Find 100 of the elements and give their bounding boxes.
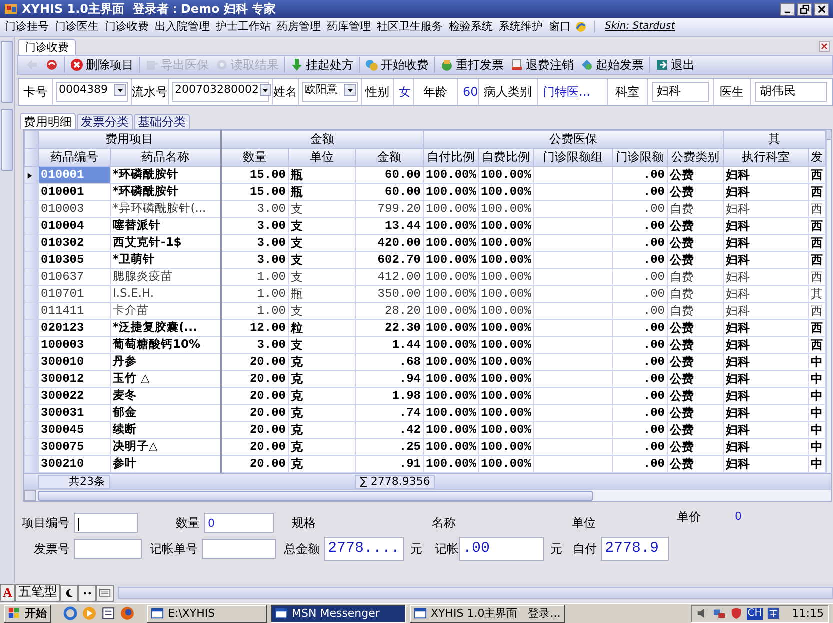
input-field[interactable]: 0 (204, 513, 274, 534)
down-arrow-icon (290, 58, 304, 72)
row-marker[interactable] (24, 302, 38, 320)
start-button[interactable]: 开始 (4, 604, 51, 622)
toolbar-button[interactable]: 起始发票 (577, 56, 647, 74)
taskbar-button[interactable]: E:\XYHIS (147, 604, 267, 622)
input-field[interactable]: .00 (459, 537, 544, 562)
menu-item[interactable]: 窗口 (546, 20, 574, 34)
notepad-icon[interactable] (101, 606, 116, 621)
column-header[interactable]: 执行科室 (724, 148, 809, 167)
toolbar-button[interactable]: 重打发票 (437, 56, 507, 74)
row-marker[interactable] (24, 456, 38, 473)
row-marker[interactable] (24, 286, 38, 303)
keyboard-icon[interactable] (98, 587, 112, 599)
column-header[interactable]: 门诊限额组 (534, 148, 613, 167)
input-field[interactable]: 2778.9 (601, 537, 669, 562)
table-cell: 妇科 (724, 320, 809, 337)
toolbar-button[interactable]: 退出 (652, 56, 698, 74)
menu-item[interactable]: 药库管理 (324, 20, 374, 34)
shield-icon[interactable] (730, 607, 743, 620)
taskbar-button[interactable]: MSN Messenger (271, 604, 406, 622)
row-marker[interactable] (24, 166, 38, 184)
horizontal-scrollbar[interactable] (24, 489, 831, 502)
table-cell: 1.44 (356, 336, 424, 354)
language-indicator[interactable]: CH (746, 608, 764, 620)
row-marker[interactable] (24, 354, 38, 371)
taskbar-button[interactable]: XYHIS 1.0主界面 登录... (410, 604, 565, 622)
table-cell: 010305 (38, 252, 110, 269)
row-marker[interactable] (24, 184, 38, 201)
side-tab[interactable] (1, 109, 13, 171)
table-cell: *异环磷酰胺针(... (110, 200, 220, 218)
ime-button[interactable]: A (0, 584, 16, 602)
combo-box[interactable]: 欧阳意 (302, 82, 358, 102)
moon-icon[interactable] (64, 588, 75, 598)
row-marker[interactable] (24, 252, 38, 269)
browser-icon[interactable] (63, 606, 78, 621)
column-header[interactable]: 公费类别 (668, 148, 724, 167)
table-cell: 3.00 (220, 234, 288, 252)
tab[interactable]: 费用明细 (20, 112, 76, 130)
table-cell: .42 (356, 422, 424, 439)
row-marker[interactable] (24, 438, 38, 456)
menu-item[interactable]: 门诊收费 (102, 20, 152, 34)
column-header[interactable]: 数量 (220, 148, 288, 167)
vertical-scrollbar[interactable] (826, 130, 831, 474)
input-field[interactable] (74, 513, 138, 534)
restore-icon[interactable] (798, 4, 810, 14)
side-tab[interactable] (1, 41, 13, 103)
close-icon[interactable] (816, 4, 828, 14)
sum-total: ∑ 2778.9356 (355, 474, 435, 489)
text-field[interactable]: 胡伟民 (755, 82, 827, 102)
toolbar-button[interactable]: 开始收费 (362, 56, 432, 74)
swirl-icon[interactable] (574, 20, 588, 34)
skin-label[interactable]: Skin: Stardust (594, 21, 676, 33)
column-header[interactable]: 药品编号 (38, 148, 110, 167)
column-header[interactable]: 自付比例 (424, 148, 479, 167)
row-marker[interactable] (24, 218, 38, 235)
toolbar-button[interactable]: 删除项目 (67, 56, 137, 74)
menu-item[interactable]: 门诊挂号 (2, 20, 52, 34)
table-cell: 15.00 (220, 166, 288, 184)
menu-item[interactable]: 社区卫生服务 (374, 20, 446, 34)
menu-item[interactable]: 药房管理 (274, 20, 324, 34)
row-marker[interactable] (24, 320, 38, 337)
column-header[interactable]: 门诊限额 (612, 148, 668, 167)
row-marker[interactable] (24, 336, 38, 354)
column-header[interactable]: 单位 (288, 148, 356, 167)
row-marker[interactable] (24, 422, 38, 439)
column-header[interactable]: 金额 (356, 148, 424, 167)
swirl-icon (45, 58, 59, 72)
table-cell: 100.00% (424, 370, 479, 388)
network-icon[interactable] (712, 607, 726, 620)
table-cell: 010004 (38, 218, 110, 235)
menu-item[interactable]: 检验系统 (446, 20, 496, 34)
row-marker[interactable] (24, 268, 38, 286)
menu-item[interactable]: 护士工作站 (213, 20, 274, 34)
table-cell: 300022 (38, 388, 110, 405)
input-field[interactable]: 2778.... (324, 537, 404, 562)
menu-item[interactable]: 门诊医生 (52, 20, 102, 34)
row-marker[interactable] (24, 388, 38, 405)
menu-item[interactable]: 系统维护 (496, 20, 546, 34)
toolbar-button[interactable]: 退费注销 (507, 56, 577, 74)
tab[interactable]: 基础分类 (134, 114, 190, 130)
row-marker[interactable] (24, 200, 38, 218)
input-field[interactable] (202, 539, 276, 560)
document-tab[interactable]: 门诊收费 (18, 39, 76, 56)
column-header[interactable]: 自费比例 (478, 148, 534, 167)
refund-icon (510, 58, 524, 72)
column-header[interactable]: 药品名称 (110, 148, 220, 167)
ime-icon[interactable] (767, 607, 780, 620)
input-field[interactable] (74, 539, 142, 560)
combo-box[interactable]: 200703280002 (172, 82, 269, 102)
tab[interactable]: 发票分类 (77, 114, 133, 130)
row-marker[interactable] (24, 404, 38, 422)
menu-item[interactable]: 出入院管理 (152, 20, 213, 34)
firefox-icon[interactable] (120, 606, 135, 621)
combo-box[interactable]: 0004389 (56, 82, 128, 102)
row-marker[interactable] (24, 234, 38, 252)
toolbar-button[interactable]: 挂起处方 (287, 56, 357, 74)
text-field[interactable]: 妇科 (652, 82, 709, 102)
ime-mode-button[interactable]: 五笔型 (15, 584, 60, 602)
row-marker[interactable] (24, 370, 38, 388)
